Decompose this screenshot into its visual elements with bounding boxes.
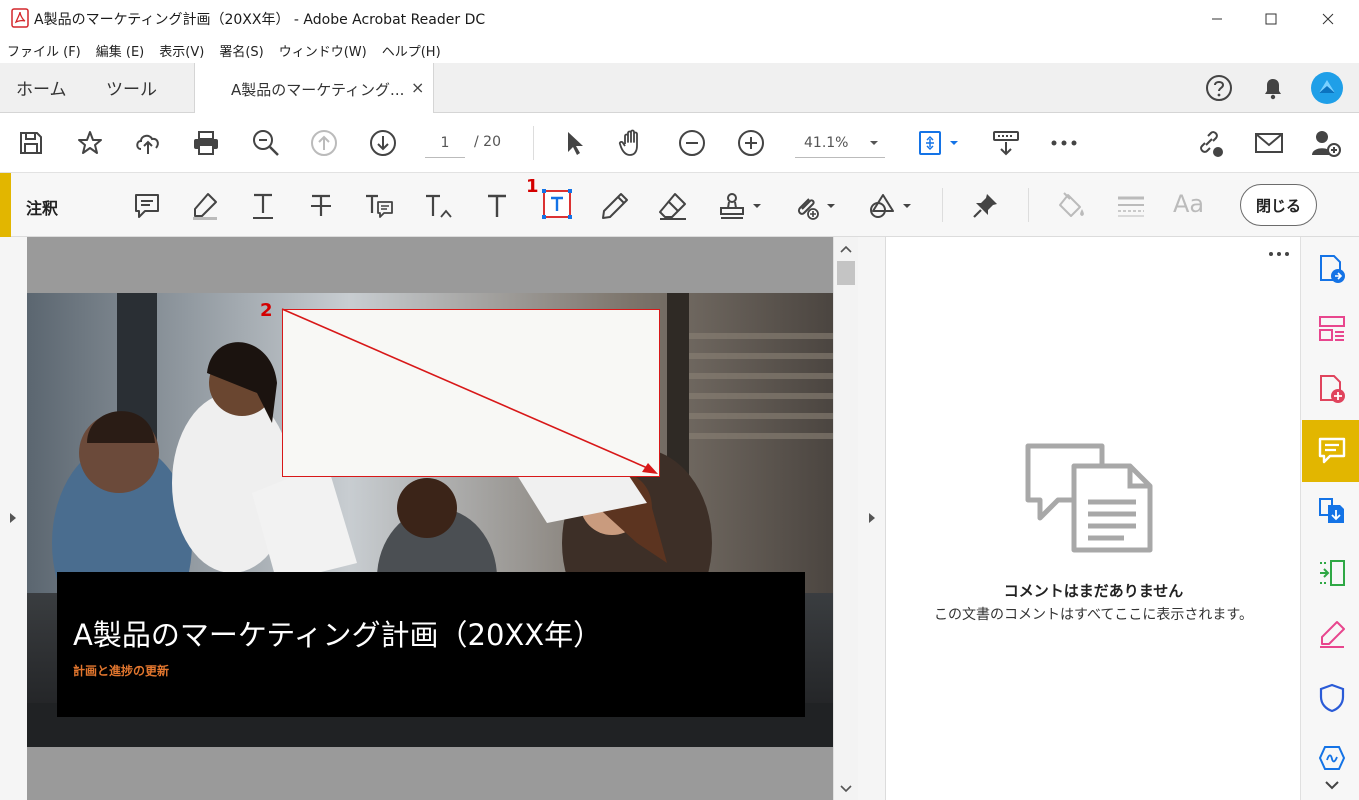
previous-page-icon[interactable]: [308, 127, 340, 159]
no-comments-subtitle: この文書のコメントはすべてここに表示されます。: [933, 607, 1254, 623]
share-link-icon[interactable]: [1193, 127, 1225, 159]
save-icon[interactable]: [15, 127, 47, 159]
tab-document[interactable]: A製品のマーケティング... ×: [194, 63, 434, 113]
strikethrough-text-icon[interactable]: [304, 189, 338, 223]
sticky-note-icon[interactable]: [130, 189, 164, 223]
underline-text-icon[interactable]: [246, 189, 280, 223]
right-panel-toggle-strip: [858, 237, 886, 800]
bell-icon[interactable]: [1259, 74, 1287, 102]
expand-left-panel-icon[interactable]: [8, 512, 18, 524]
pane-options-icon[interactable]: [1268, 251, 1290, 257]
text-box-icon[interactable]: [540, 187, 574, 221]
email-icon[interactable]: [1253, 127, 1285, 159]
scroll-mode-icon[interactable]: [990, 127, 1022, 159]
close-tab-icon[interactable]: ×: [411, 78, 424, 97]
scroll-down-icon[interactable]: [840, 785, 852, 793]
document-tab-label: A製品のマーケティング...: [231, 81, 405, 99]
title-bar: A製品のマーケティング計画（20XX年） - Adobe Acrobat Rea…: [0, 0, 1359, 37]
step-marker-1: 1: [526, 176, 539, 197]
menu-view[interactable]: 表示(V): [159, 41, 204, 60]
eraser-icon[interactable]: [656, 189, 690, 223]
highlight-icon[interactable]: [188, 189, 222, 223]
add-user-icon[interactable]: [1310, 127, 1342, 159]
menu-sign[interactable]: 署名(S): [219, 41, 263, 60]
font-style-button[interactable]: Aa: [1173, 190, 1204, 218]
chevron-down-icon: [869, 140, 879, 146]
maximize-button[interactable]: [1243, 0, 1299, 37]
scrollbar-thumb[interactable]: [837, 261, 855, 285]
slide-subtitle: 計画と進捗の更新: [73, 664, 170, 678]
comment-toolbar-divider: [942, 188, 943, 222]
zoom-in-icon[interactable]: [735, 127, 767, 159]
acrobat-app-icon: [11, 8, 29, 28]
close-window-button[interactable]: [1300, 0, 1356, 37]
hand-tool-icon[interactable]: [616, 127, 648, 159]
zoom-level-value: 41.1%: [804, 134, 849, 151]
comments-pane: [887, 237, 1300, 800]
protect-shield-icon[interactable]: [1316, 682, 1348, 714]
insert-text-icon[interactable]: [422, 189, 456, 223]
no-comments-title: コメントはまだありません: [1003, 582, 1184, 600]
create-pdf-icon[interactable]: [1316, 373, 1348, 405]
close-comment-toolbar-button[interactable]: 閉じる: [1240, 184, 1317, 226]
send-for-signature-icon[interactable]: [1316, 742, 1348, 774]
scroll-up-icon[interactable]: [840, 245, 852, 253]
zoom-search-icon[interactable]: [250, 127, 282, 159]
stamp-icon[interactable]: [716, 189, 764, 223]
shapes-icon[interactable]: [866, 189, 914, 223]
fit-page-icon[interactable]: [915, 127, 963, 159]
compress-pdf-icon[interactable]: [1316, 557, 1348, 589]
more-tools-icon[interactable]: [1048, 127, 1080, 159]
organize-pages-icon[interactable]: [1316, 313, 1348, 345]
menu-edit[interactable]: 編集 (E): [96, 41, 145, 60]
comment-accent-bar: [0, 173, 11, 237]
page-total: / 20: [474, 134, 501, 150]
more-tools-chevron-icon[interactable]: [1325, 780, 1339, 790]
line-style-icon[interactable]: [1114, 189, 1148, 223]
fill-sign-icon[interactable]: [1316, 618, 1348, 650]
help-icon[interactable]: [1204, 73, 1234, 103]
fill-color-icon[interactable]: [1055, 189, 1089, 223]
bookmark-star-icon[interactable]: [74, 127, 106, 159]
avatar[interactable]: [1310, 71, 1344, 105]
tab-home[interactable]: ホーム: [16, 63, 67, 112]
select-cursor-icon[interactable]: [558, 127, 590, 159]
tab-tools[interactable]: ツール: [106, 63, 157, 112]
comment-toolbar-label: 注釈: [26, 199, 59, 218]
menu-bar: ファイル (F) 編集 (E) 表示(V) 署名(S) ウィンドウ(W) ヘルプ…: [0, 37, 1359, 63]
pin-icon[interactable]: [968, 189, 1002, 223]
combine-files-icon[interactable]: [1316, 495, 1348, 527]
comment-tool-icon[interactable]: [1316, 435, 1348, 467]
comments-empty-icon: [1024, 442, 1154, 554]
pencil-draw-icon[interactable]: [598, 189, 632, 223]
slide-title-box: A製品のマーケティング計画（20XX年） 計画と進捗の更新: [57, 572, 805, 717]
minimize-button[interactable]: [1189, 0, 1245, 37]
text-box-annotation[interactable]: [282, 309, 660, 477]
left-panel-strip: [0, 237, 27, 800]
cloud-upload-icon[interactable]: [132, 127, 164, 159]
menu-file[interactable]: ファイル (F): [7, 41, 81, 60]
export-pdf-icon[interactable]: [1316, 253, 1348, 285]
menu-help[interactable]: ヘルプ(H): [382, 41, 441, 60]
page-number-input[interactable]: 1: [425, 128, 465, 158]
print-icon[interactable]: [190, 127, 222, 159]
comment-toolbar-divider: [1028, 188, 1029, 222]
replace-text-icon[interactable]: [362, 189, 396, 223]
step-marker-2: 2: [260, 300, 273, 321]
zoom-out-icon[interactable]: [676, 127, 708, 159]
tab-bar: ホーム ツール A製品のマーケティング... ×: [0, 63, 1359, 113]
add-text-icon[interactable]: [480, 189, 514, 223]
attach-file-icon[interactable]: [790, 189, 838, 223]
zoom-level-select[interactable]: 41.1%: [795, 128, 885, 158]
next-page-icon[interactable]: [367, 127, 399, 159]
slide-title: A製品のマーケティング計画（20XX年）: [73, 618, 603, 652]
window-title: A製品のマーケティング計画（20XX年） - Adobe Acrobat Rea…: [34, 12, 486, 28]
toolbar-divider: [533, 126, 534, 160]
vertical-scrollbar[interactable]: [833, 237, 858, 800]
menu-window[interactable]: ウィンドウ(W): [279, 41, 367, 60]
collapse-right-panel-icon[interactable]: [867, 512, 877, 524]
